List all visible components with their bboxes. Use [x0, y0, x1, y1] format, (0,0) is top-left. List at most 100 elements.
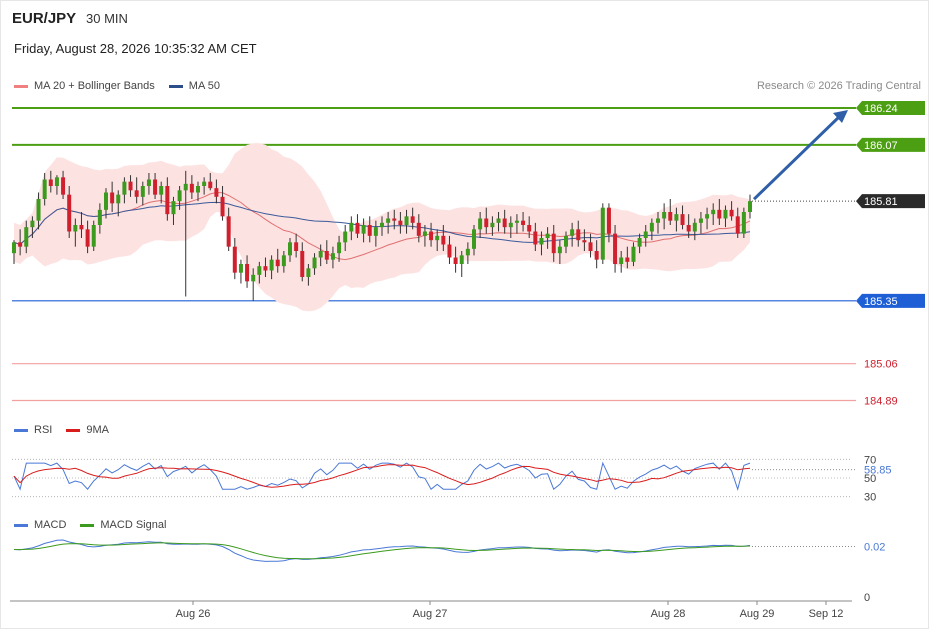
target-level-label: 185.06	[864, 359, 898, 371]
candle-body	[410, 216, 415, 223]
candle-body	[741, 212, 746, 234]
candle-body	[165, 186, 170, 215]
candle-body	[263, 266, 268, 271]
candle-body	[564, 235, 568, 247]
time-tick-label: Sep 12	[809, 608, 844, 620]
candle-body	[373, 227, 378, 236]
level-tag-label: 186.24	[864, 103, 898, 115]
candle	[600, 203, 605, 264]
macd-panel: 0.02 0	[13, 539, 885, 604]
candle-body	[422, 231, 427, 236]
candle-body	[177, 190, 182, 202]
candle-body	[355, 222, 360, 234]
candle-body	[208, 181, 213, 189]
candle-body	[594, 251, 599, 260]
candle-body	[245, 264, 250, 282]
candle-body	[128, 181, 133, 191]
candle-body	[465, 248, 470, 256]
candle-body	[514, 220, 519, 223]
candle-body	[625, 257, 630, 262]
candle-body	[705, 214, 710, 219]
candle-body	[533, 231, 538, 245]
candle-body	[570, 229, 575, 236]
candle-body	[508, 222, 513, 228]
candle-body	[692, 222, 697, 232]
candle-body	[539, 238, 544, 245]
candle-body	[104, 192, 108, 210]
macd-signal-line	[13, 542, 751, 560]
macd-tick-label: 0	[864, 592, 870, 604]
candle-body	[196, 186, 200, 193]
candle-body	[551, 233, 556, 254]
candle-body	[521, 220, 526, 225]
time-tick-label: Aug 26	[176, 608, 211, 620]
candle-body	[294, 242, 299, 251]
time-axis: Aug 26 Aug 27 Aug 28 Aug 29 Sep 12	[10, 600, 852, 620]
candle	[741, 207, 746, 238]
candle-body	[269, 259, 274, 271]
candle-body	[429, 231, 434, 241]
level-tag-label: 186.07	[864, 140, 898, 152]
candle-body	[134, 190, 139, 197]
candle-body	[183, 183, 188, 191]
candle-body	[582, 240, 587, 243]
time-tick-label: Aug 27	[413, 608, 448, 620]
macd-line	[13, 539, 751, 562]
candle-body	[367, 225, 372, 236]
candle-body	[686, 225, 691, 232]
candle-body	[54, 177, 59, 186]
candle-body	[404, 216, 409, 225]
candle-body	[631, 246, 636, 262]
rsi-panel: 70503058.85	[12, 454, 892, 504]
candle-body	[527, 225, 532, 232]
time-tick-label: Aug 29	[740, 608, 775, 620]
price-chart-svg[interactable]: 186.24186.07185.35185.06184.89185.81 705…	[0, 0, 929, 629]
candle-body	[416, 222, 421, 236]
candle-body	[337, 242, 342, 254]
candle-body	[300, 251, 305, 277]
candle-body	[717, 209, 722, 219]
rsi-current-label: 58.85	[864, 465, 892, 477]
candle-body	[386, 218, 391, 223]
candle-body	[398, 220, 403, 225]
time-tick-label: Aug 28	[651, 608, 686, 620]
candle-body	[324, 251, 329, 260]
current-price-label: 185.81	[864, 196, 898, 208]
candle-body	[576, 229, 581, 241]
candle-body	[349, 222, 354, 232]
candle-body	[662, 212, 667, 219]
candle-body	[447, 244, 452, 258]
candle-body	[343, 231, 348, 243]
candle-body	[735, 216, 740, 234]
candle-body	[453, 257, 458, 264]
candle-body	[275, 259, 280, 267]
candle-body	[459, 255, 464, 264]
candle-body	[202, 181, 207, 186]
candle-body	[490, 222, 495, 228]
candle-body	[637, 238, 642, 247]
candle-body	[392, 218, 397, 221]
candle-body	[496, 218, 501, 223]
candle-body	[606, 207, 611, 234]
candle-body	[588, 242, 593, 251]
candle-body	[97, 209, 102, 225]
candle-body	[441, 235, 446, 245]
candle-body	[12, 242, 16, 254]
candle-body	[330, 253, 335, 260]
candle-body	[48, 179, 53, 186]
candle-body	[220, 196, 225, 217]
level-tag-label: 185.35	[864, 296, 898, 308]
candle-body	[232, 246, 237, 273]
candle-body	[257, 266, 262, 275]
candle-body	[723, 209, 728, 219]
macd-current-label: 0.02	[864, 542, 885, 554]
candle-body	[189, 183, 194, 193]
candle-body	[140, 186, 145, 197]
candle-body	[306, 268, 311, 277]
candle	[91, 220, 96, 251]
candle-body	[729, 209, 734, 217]
candle-body	[146, 179, 151, 186]
candle-body	[478, 218, 483, 230]
candle-body	[67, 194, 72, 232]
candle-body	[73, 225, 78, 232]
